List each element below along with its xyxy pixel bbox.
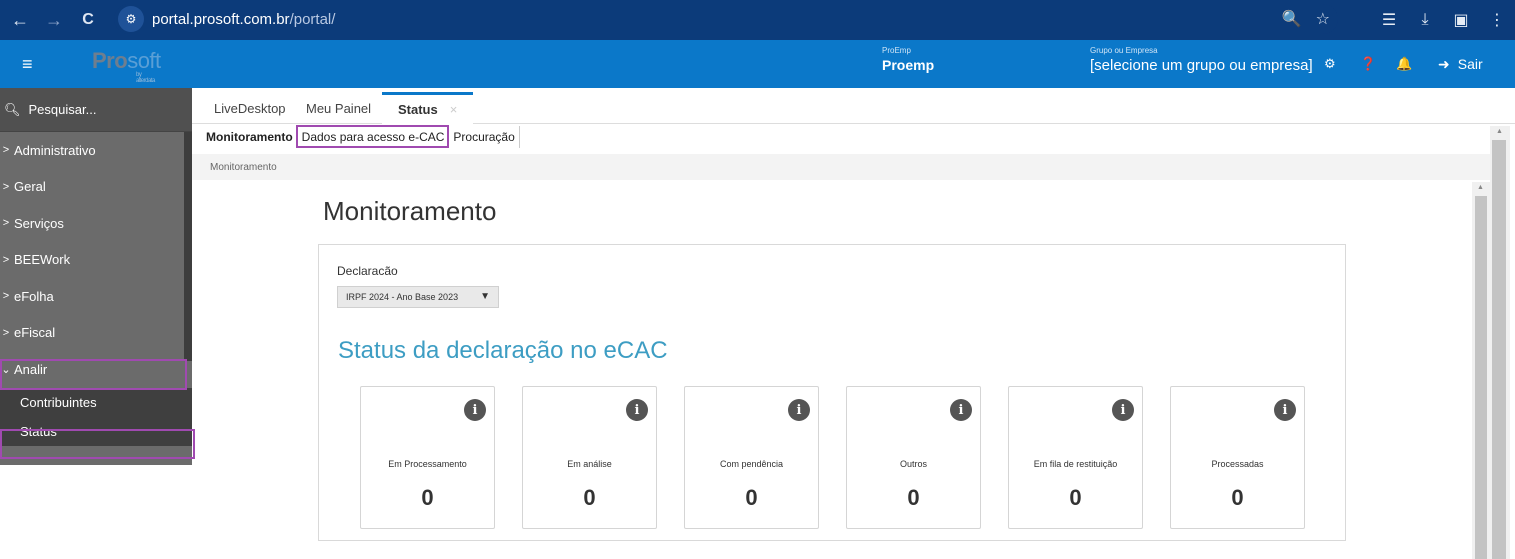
search-icon: 🔍︎ — [4, 101, 21, 117]
status-card-em-processamento: i Em Processamento 0 — [360, 386, 495, 529]
sidebar-subitem-contribuintes[interactable]: Contribuintes — [0, 387, 192, 417]
chevron-right-icon: > — [2, 290, 10, 303]
chevron-right-icon: > — [2, 326, 10, 339]
status-card-com-pendencia: i Com pendência 0 — [684, 386, 819, 529]
sidebar-item-servicos[interactable]: > Serviços — [0, 205, 192, 242]
sidebar-item-efolha[interactable]: > eFolha — [0, 278, 192, 315]
bookmark-star-icon[interactable]: ☆ — [1316, 9, 1330, 29]
reload-icon[interactable]: C — [74, 6, 102, 34]
tab-meu-painel[interactable]: Meu Painel — [290, 92, 387, 124]
address-bar[interactable]: ⚙ portal.prosoft.com.br/portal/ 🔍 ☆ — [114, 4, 1338, 34]
status-card-fila-restituicao: i Em fila de restituição 0 — [1008, 386, 1143, 529]
sidebar-item-geral[interactable]: > Geral — [0, 169, 192, 206]
app-header: ≡ Prosoft by alterdata ProEmp Proemp Gru… — [0, 40, 1515, 88]
url-text[interactable]: portal.prosoft.com.br/portal/ — [152, 11, 335, 28]
chevron-right-icon: > — [2, 253, 10, 266]
sidebar-item-beework[interactable]: > BEEWork — [0, 242, 192, 279]
status-card-em-analise: i Em análise 0 — [522, 386, 657, 529]
grupo-value: [selecione um grupo ou empresa] — [1090, 57, 1313, 74]
zoom-icon[interactable]: 🔍 — [1282, 9, 1302, 29]
close-icon[interactable]: × — [450, 102, 458, 117]
info-icon[interactable]: i — [1112, 399, 1134, 421]
sidebar-item-administrativo[interactable]: > Administrativo — [0, 132, 192, 169]
back-icon[interactable]: ← — [6, 6, 34, 34]
sidebar-item-efiscal[interactable]: > eFiscal — [0, 315, 192, 352]
grupo-empresa-selector[interactable]: Grupo ou Empresa [selecione um grupo ou … — [1090, 46, 1313, 74]
info-icon[interactable]: i — [788, 399, 810, 421]
help-icon[interactable]: ❓ — [1360, 56, 1376, 72]
highlight-dados-ecac — [296, 125, 449, 148]
bell-icon[interactable]: 🔔 — [1396, 56, 1412, 72]
chevron-right-icon: > — [2, 180, 10, 193]
tab-livedesktop[interactable]: LiveDesktop — [198, 92, 302, 124]
caret-down-icon: ▼ — [480, 291, 490, 302]
tab-status[interactable]: Status × — [382, 92, 474, 124]
info-icon[interactable]: i — [1274, 399, 1296, 421]
browser-toolbar: ← → C ⚙ portal.prosoft.com.br/portal/ 🔍 … — [0, 0, 1515, 40]
highlight-analir — [0, 359, 187, 390]
reading-list-icon[interactable]: ☰ — [1371, 0, 1407, 40]
declaracao-select[interactable]: IRPF 2024 - Ano Base 2023 ▼ — [337, 286, 499, 308]
info-icon[interactable]: i — [464, 399, 486, 421]
browser-menu-icon[interactable]: ⋮ — [1479, 0, 1515, 40]
chevron-right-icon: > — [2, 144, 10, 157]
tab-bar: LiveDesktop Meu Painel Status × — [192, 92, 1515, 124]
status-card-outros: i Outros 0 — [846, 386, 981, 529]
side-panel-icon[interactable]: ▣ — [1443, 0, 1479, 40]
grupo-label: Grupo ou Empresa — [1090, 46, 1158, 55]
status-section-title: Status da declaração no eCAC — [338, 337, 668, 364]
sidebar-search[interactable]: 🔍︎ Pesquisar... — [0, 88, 192, 132]
prosoft-logo[interactable]: Prosoft by alterdata — [92, 48, 161, 84]
logout-icon: ➜ — [1438, 56, 1450, 72]
chevron-right-icon: > — [2, 217, 10, 230]
monitoramento-panel: Declaracão IRPF 2024 - Ano Base 2023 ▼ S… — [318, 244, 1346, 541]
download-icon[interactable]: ⤓ — [1407, 0, 1443, 40]
sidebar-scrollbar[interactable] — [184, 132, 192, 361]
sidebar: 🔍︎ Pesquisar... > Administrativo > Geral… — [0, 88, 192, 465]
logout-label: Sair — [1457, 56, 1483, 72]
subtab-monitoramento[interactable]: Monitoramento — [202, 126, 298, 148]
info-icon[interactable]: i — [626, 399, 648, 421]
breadcrumb: Monitoramento — [192, 154, 1492, 180]
info-icon[interactable]: i — [950, 399, 972, 421]
proemp-value: Proemp — [882, 57, 935, 73]
site-settings-icon[interactable]: ⚙ — [118, 6, 144, 32]
main-scrollbar[interactable]: ▲ — [1490, 126, 1510, 559]
search-placeholder: Pesquisar... — [28, 102, 97, 117]
declaracao-label: Declaracão — [337, 264, 398, 278]
subtab-procuracao[interactable]: Procuração — [449, 126, 520, 148]
forward-icon[interactable]: → — [40, 6, 68, 34]
menu-icon[interactable]: ≡ — [22, 54, 33, 75]
settings-icon[interactable]: ⚙ — [1324, 56, 1336, 72]
highlight-status — [0, 429, 195, 459]
logout-button[interactable]: ➜ Sair — [1438, 56, 1483, 73]
content-scrollbar[interactable]: ▲ — [1472, 182, 1490, 559]
status-card-processadas: i Processadas 0 — [1170, 386, 1305, 529]
proemp-label: ProEmp — [882, 46, 911, 55]
proemp-selector[interactable]: ProEmp Proemp — [882, 46, 934, 73]
page-title: Monitoramento — [323, 196, 497, 226]
